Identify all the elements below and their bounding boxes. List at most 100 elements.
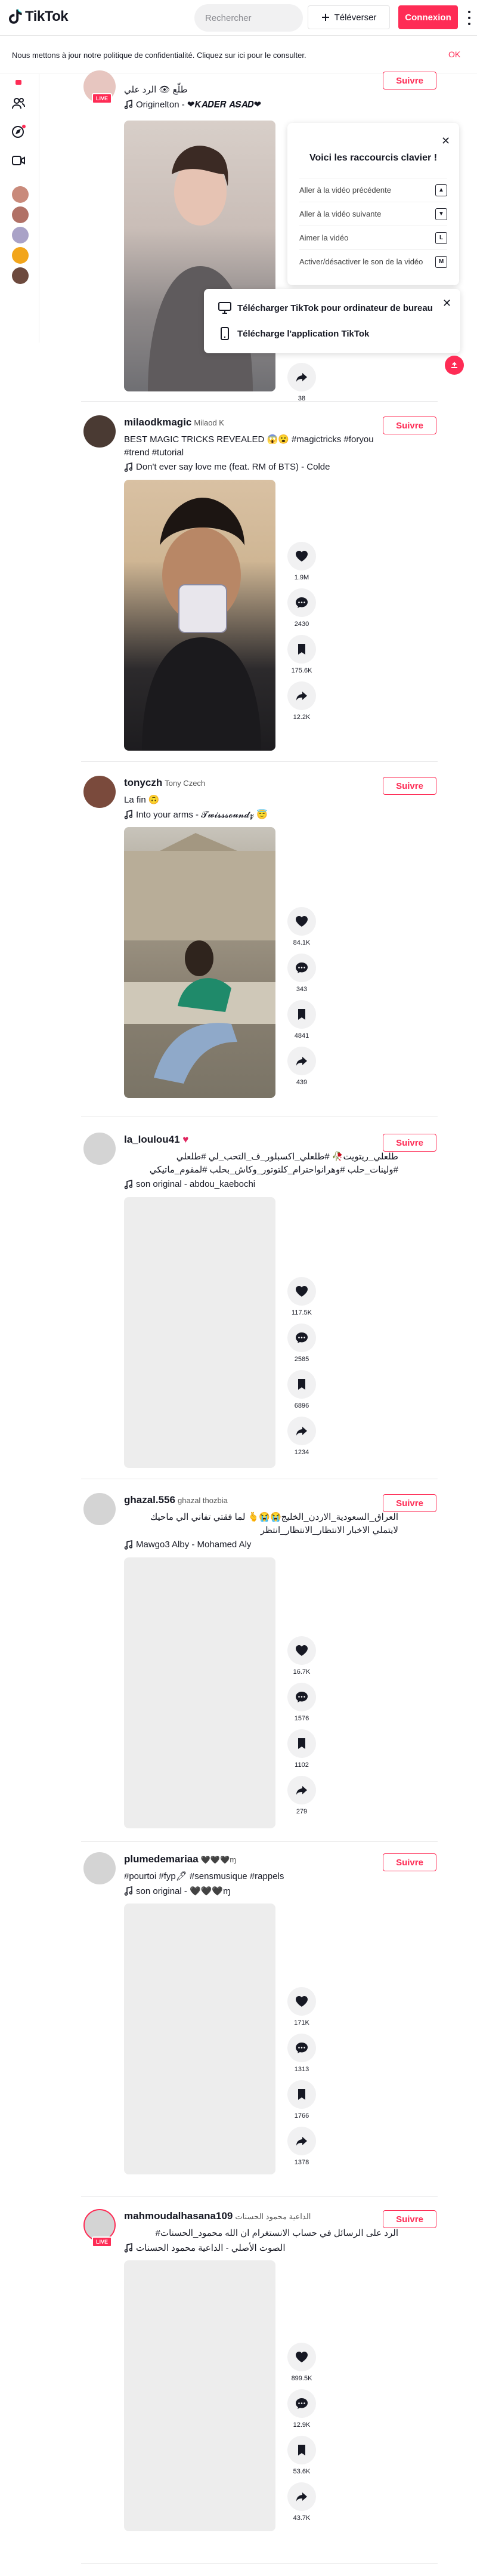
- like-action[interactable]: 899.5K: [287, 2343, 316, 2382]
- banner-ok-button[interactable]: OK: [448, 50, 460, 59]
- bookmark-count: 6896: [294, 1402, 309, 1409]
- video-player[interactable]: [124, 1557, 275, 1828]
- comment-action[interactable]: 1313: [287, 2034, 316, 2073]
- like-action[interactable]: 171K: [287, 1987, 316, 2026]
- avatar[interactable]: [83, 1133, 116, 1165]
- like-action[interactable]: 84.1K: [287, 907, 316, 946]
- post-music[interactable]: Into your arms - 𝓣𝔀𝓲𝓼𝓼𝓼𝓸𝓾𝓷𝓭𝔃 😇: [124, 809, 268, 820]
- logo-text: TikTok: [25, 8, 69, 24]
- like-action[interactable]: 16.7K: [287, 1636, 316, 1676]
- follow-button[interactable]: Suivre: [383, 2210, 436, 2228]
- banner-text[interactable]: Nous mettons à jour notre politique de c…: [12, 51, 306, 60]
- share-count: 439: [296, 1079, 308, 1086]
- more-options-icon[interactable]: [467, 11, 471, 25]
- post-music[interactable]: الصوت الأصلي - الداعية محمود الحسنات: [124, 2242, 286, 2253]
- music-title: son original - 🖤🖤🖤ɱ: [136, 1886, 231, 1896]
- post-caption: #pourtoi #fyp🖊 #sensmusique #rappels: [124, 1871, 284, 1881]
- nickname: Milaod K: [194, 418, 224, 427]
- bookmark-action[interactable]: 6896: [287, 1370, 316, 1409]
- suggested-avatar-4[interactable]: [12, 247, 29, 264]
- live-badge: LIVE: [92, 93, 113, 104]
- avatar[interactable]: [83, 1493, 116, 1525]
- download-mobile-link[interactable]: Télécharge l'application TikTok: [218, 327, 369, 340]
- key-down-icon: ▼: [435, 208, 447, 220]
- share-icon: [287, 2127, 316, 2155]
- username[interactable]: la_loulou41 ♥: [124, 1134, 188, 1146]
- follow-button[interactable]: Suivre: [383, 1134, 436, 1152]
- like-action[interactable]: 117.5K: [287, 1277, 316, 1316]
- feed-post: plumedemariaa 🖤🖤🖤ɱ #pourtoi #fyp🖊 #sensmu…: [81, 1852, 451, 2190]
- share-action[interactable]: 439: [287, 1047, 316, 1086]
- following-icon[interactable]: [10, 94, 27, 112]
- share-action[interactable]: 38: [287, 363, 316, 402]
- home-icon[interactable]: [10, 74, 27, 92]
- post-music[interactable]: son original - 🖤🖤🖤ɱ: [124, 1886, 231, 1896]
- post-music[interactable]: Originelton - ❤𝑲𝑨𝑫𝑬𝑹 𝑨𝑺𝑨𝑫❤: [124, 99, 261, 110]
- avatar[interactable]: [83, 776, 116, 808]
- bookmark-action[interactable]: 175.6K: [287, 635, 316, 674]
- close-icon[interactable]: ✕: [442, 297, 451, 310]
- post-music[interactable]: son original - abdou_kaebochi: [124, 1179, 255, 1189]
- shortcut-row: Aller à la vidéo suivante ▼: [299, 202, 447, 226]
- video-player[interactable]: [124, 1197, 275, 1468]
- follow-button[interactable]: Suivre: [383, 1853, 436, 1871]
- comment-count: 12.9K: [293, 2421, 311, 2429]
- suggested-avatar-2[interactable]: [12, 206, 29, 223]
- comment-action[interactable]: 12.9K: [287, 2389, 316, 2429]
- share-action[interactable]: 43.7K: [287, 2482, 316, 2522]
- bookmark-action[interactable]: 53.6K: [287, 2436, 316, 2475]
- suggested-avatar-5[interactable]: [12, 267, 29, 284]
- follow-button[interactable]: Suivre: [383, 777, 436, 795]
- suggested-avatar-3[interactable]: [12, 227, 29, 243]
- download-desktop-label: Télécharger TikTok pour ordinateur de bu…: [237, 303, 433, 313]
- upload-button[interactable]: Téléverser: [308, 5, 390, 29]
- nickname: الداعية محمود الحسنات: [235, 2212, 311, 2221]
- scroll-top-icon[interactable]: [445, 356, 464, 375]
- close-icon[interactable]: ✕: [441, 135, 450, 147]
- video-player[interactable]: [124, 1904, 275, 2174]
- username[interactable]: mahmoudalhasana109 الداعية محمود الحسنات: [124, 2210, 311, 2222]
- follow-button[interactable]: Suivre: [383, 72, 436, 90]
- music-title: Into your arms - 𝓣𝔀𝓲𝓼𝓼𝓼𝓸𝓾𝓷𝓭𝔃 😇: [136, 810, 268, 820]
- username[interactable]: plumedemariaa 🖤🖤🖤ɱ: [124, 1853, 236, 1865]
- follow-button[interactable]: Suivre: [383, 1494, 436, 1512]
- music-note-icon: [124, 1179, 132, 1189]
- heart-icon: [287, 907, 316, 936]
- comment-action[interactable]: 2430: [287, 588, 316, 628]
- post-music[interactable]: Mawgo3 Alby - Mohamed Aly: [124, 1540, 251, 1550]
- like-count: 117.5K: [291, 1309, 312, 1316]
- username[interactable]: tonyczh Tony Czech: [124, 777, 205, 789]
- login-button[interactable]: Connexion: [398, 5, 458, 29]
- suggested-avatar-1[interactable]: [12, 186, 29, 203]
- video-player[interactable]: [124, 827, 275, 1098]
- avatar[interactable]: [83, 415, 116, 448]
- search-input[interactable]: [194, 4, 303, 32]
- like-action[interactable]: 1.9M: [287, 542, 316, 581]
- share-action[interactable]: 279: [287, 1776, 316, 1815]
- video-player[interactable]: [124, 480, 275, 751]
- video-player[interactable]: [124, 2260, 275, 2531]
- bookmark-action[interactable]: 1766: [287, 2080, 316, 2120]
- comment-action[interactable]: 1576: [287, 1683, 316, 1722]
- share-action[interactable]: 1378: [287, 2127, 316, 2166]
- live-icon[interactable]: [10, 152, 27, 169]
- username[interactable]: milaodkmagic Milaod K: [124, 417, 224, 428]
- explore-icon[interactable]: [10, 123, 27, 141]
- post-music[interactable]: Don't ever say love me (feat. RM of BTS)…: [124, 462, 330, 472]
- follow-button[interactable]: Suivre: [383, 417, 436, 434]
- tiktok-logo[interactable]: TikTok: [8, 8, 69, 25]
- comment-action[interactable]: 343: [287, 954, 316, 993]
- username[interactable]: ghazal.556 ghazal thozbia: [124, 1494, 228, 1506]
- username-text: mahmoudalhasana109: [124, 2210, 233, 2222]
- share-action[interactable]: 1234: [287, 1417, 316, 1456]
- avatar[interactable]: [83, 1852, 116, 1884]
- comment-action[interactable]: 2585: [287, 1324, 316, 1363]
- bookmark-action[interactable]: 1102: [287, 1729, 316, 1769]
- music-title: Mawgo3 Alby - Mohamed Aly: [136, 1540, 252, 1550]
- music-note-icon: [124, 1540, 132, 1550]
- post-caption: طلعلي_ريتويت🥀 #طلعلي_اكسبلور_ف_التحب_لي …: [149, 1152, 398, 1175]
- share-action[interactable]: 12.2K: [287, 681, 316, 721]
- bookmark-action[interactable]: 4841: [287, 1000, 316, 1039]
- download-desktop-link[interactable]: Télécharger TikTok pour ordinateur de bu…: [218, 302, 433, 314]
- feed-post: ghazal.556 ghazal thozbia العراق_السعودية…: [81, 1493, 451, 1837]
